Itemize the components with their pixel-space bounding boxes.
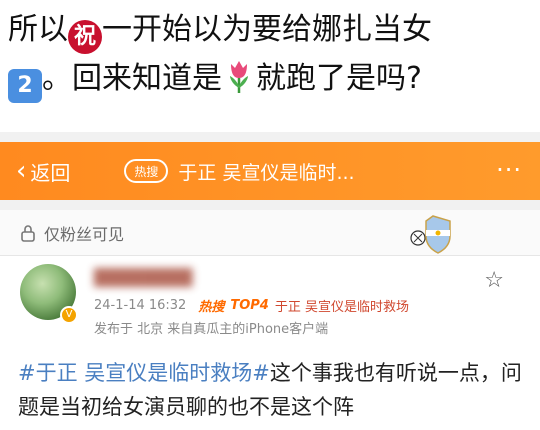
lock-icon (21, 224, 35, 242)
meta-topic-link[interactable]: 于正 吴宣仪是临时救场 (275, 296, 409, 315)
argentina-badge-icon (410, 215, 451, 254)
privacy-notice: 仅粉丝可见 (0, 210, 540, 256)
username-blurred[interactable]: ████████ (94, 268, 244, 290)
blessing-emoji-icon: 祝 (68, 20, 102, 54)
verified-badge-icon: V (60, 306, 78, 324)
more-options-icon[interactable]: ··· (496, 156, 522, 184)
hot-search-tag: 热搜 (198, 300, 225, 315)
rank-tag: TOP4 (230, 298, 269, 313)
topic-title[interactable]: 于正 吴宣仪是临时... (178, 158, 354, 185)
back-button[interactable]: ‹ 返回 (16, 157, 70, 186)
caption-text: 一开始以为要给娜扎当女 (102, 12, 432, 47)
caption-overlay: 所以祝一开始以为要给娜扎当女 2 。回来知道是 就跑了是吗? (0, 0, 540, 132)
chevron-left-icon: ‹ (16, 156, 27, 186)
top-nav-bar: ‹ 返回 热搜 于正 吴宣仪是临时... ··· (0, 142, 540, 200)
hot-search-chip[interactable]: 热搜 (124, 159, 169, 183)
post-body: #于正 吴宣仪是临时救场#这个事我也有听说一点，问题是当初给女演员聊的也不是这个… (18, 356, 528, 424)
number-two-emoji-icon: 2 (8, 69, 42, 103)
body-topic-link[interactable]: #于正 吴宣仪是临时救场# (18, 361, 270, 385)
post-source: 发布于 北京 来自真瓜主的iPhone客户端 (94, 322, 329, 337)
caption-text: 就跑了是吗? (256, 61, 422, 96)
privacy-text: 仅粉丝可见 (44, 224, 125, 244)
star-icon[interactable]: ☆ (484, 268, 504, 293)
back-label: 返回 (30, 160, 71, 185)
weibo-post-card: V ████████ ☆ 24-1-14 16:32 热搜 TOP4 于正 吴宣… (0, 256, 540, 430)
weibo-screenshot: ‹ 返回 热搜 于正 吴宣仪是临时... ··· 仅粉丝可见 V ███████… (0, 132, 540, 430)
post-time: 24-1-14 16:32 (94, 298, 187, 313)
tulip-emoji-icon (230, 61, 248, 93)
caption-text: 所以 (8, 12, 68, 47)
caption-line-1: 所以祝一开始以为要给娜扎当女 (8, 10, 432, 54)
caption-text: 。回来知道是 (42, 61, 222, 96)
caption-line-2: 2 。回来知道是 就跑了是吗? (8, 58, 422, 103)
post-meta: 24-1-14 16:32 热搜 TOP4 于正 吴宣仪是临时救场 (94, 296, 409, 315)
